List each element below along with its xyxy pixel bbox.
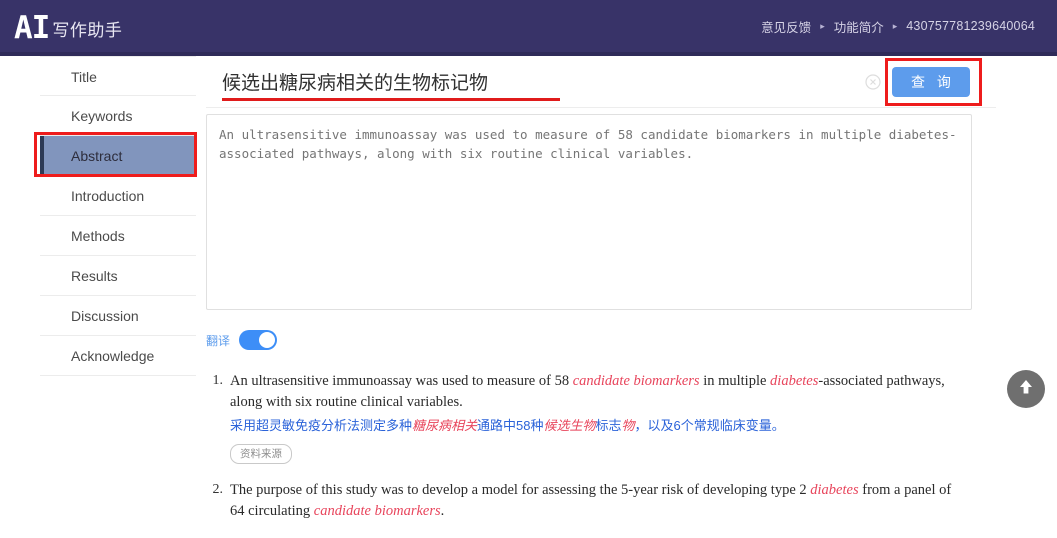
nav-item-features[interactable]: 功能简介 [834,17,884,36]
editor-container [206,108,996,315]
query-button[interactable]: 查 询 [892,66,970,97]
result-number: 1. [212,373,224,388]
search-input[interactable] [206,70,864,93]
brand: AI 写作助手 [0,9,123,46]
account-id[interactable]: 430757781239640064 [906,19,1035,33]
sidebar-item-methods[interactable]: Methods [40,216,196,256]
sidebar-item-discussion[interactable]: Discussion [40,296,196,336]
nav-separator-icon: ▸ [892,20,898,31]
list-item: 1. An ultrasensitive immunoassay was use… [206,371,996,464]
list-item: 2. The purpose of this study was to deve… [206,480,996,522]
result-chinese-translation: 采用超灵敏免疫分析法测定多种糖尿病相关通路中58种候选生物标志物，以及6个常规临… [230,418,785,434]
sidebar-item-acknowledge[interactable]: Acknowledge [40,336,196,376]
sidebar-item-abstract[interactable]: Abstract [40,136,196,176]
source-tag[interactable]: 资料来源 [230,443,292,464]
result-english-text: The purpose of this study was to develop… [230,481,952,519]
search-bar: 查 询 [206,56,996,108]
abstract-textarea[interactable] [206,114,972,310]
sidebar-item-keywords[interactable]: Keywords [40,96,196,136]
result-english-text: An ultrasensitive immunoassay was used t… [230,373,945,411]
nav-item-feedback[interactable]: 意见反馈 [761,17,811,36]
sidebar-item-results[interactable]: Results [40,256,196,296]
scroll-to-top-button[interactable] [1007,370,1045,408]
circle-close-icon[interactable] [864,73,882,91]
translate-switch[interactable] [239,330,278,350]
result-body: The purpose of this study was to develop… [230,480,996,522]
header-nav: 意见反馈 ▸ 功能简介 ▸ 430757781239640064 [761,17,1057,36]
nav-separator-icon: ▸ [820,20,825,31]
sidebar-item-introduction[interactable]: Introduction [40,176,196,216]
results-list: 1. An ultrasensitive immunoassay was use… [206,371,996,522]
switch-knob [259,332,276,348]
app-header: AI 写作助手 意见反馈 ▸ 功能简介 ▸ 430757781239640064 [0,0,1057,52]
annotation-underline-search [222,98,560,101]
section-sidebar: Title Keywords Abstract Introduction Met… [40,56,196,376]
translate-label: 翻译 [206,333,231,348]
main-content: 查 询 翻译 1. An ultrasensitive immunoassay … [206,56,996,538]
app-title: 写作助手 [52,20,123,40]
app-logo: AI [14,9,50,46]
arrow-up-icon [1015,376,1037,403]
translate-toggle-row: 翻译 [206,329,996,351]
result-number: 2. [212,481,224,497]
sidebar-item-title[interactable]: Title [40,56,196,96]
result-body: An ultrasensitive immunoassay was used t… [230,371,996,464]
